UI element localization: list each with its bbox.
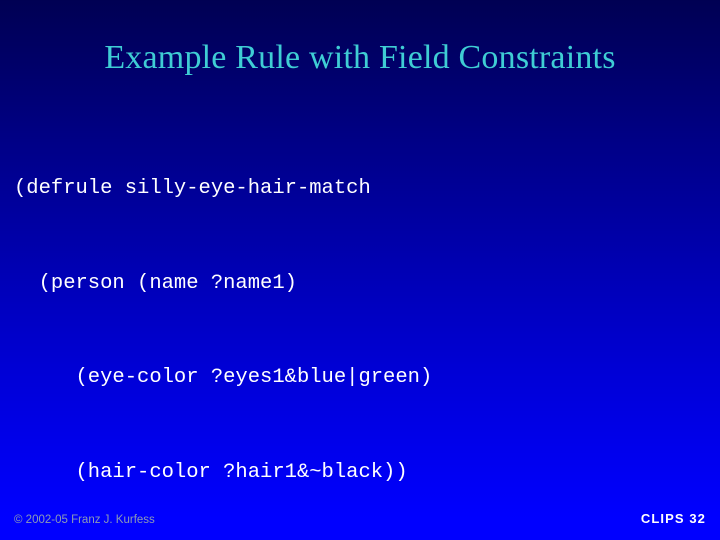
slide: Example Rule with Field Constraints (def… [0, 0, 720, 540]
code-line: (defrule silly-eye-hair-match [14, 177, 371, 200]
footer-slide-label: CLIPS 32 [640, 511, 706, 526]
page-title: Example Rule with Field Constraints [104, 39, 616, 76]
code-block: (defrule silly-eye-hair-match (person (n… [14, 110, 720, 540]
code-line: (hair-color ?hair1&~black)) [14, 460, 408, 484]
footer-copyright: © 2002-05 Franz J. Kurfess [14, 514, 155, 526]
code-line: (person (name ?name1) [14, 271, 297, 295]
code-line: (eye-color ?eyes1&blue|green) [14, 366, 433, 389]
